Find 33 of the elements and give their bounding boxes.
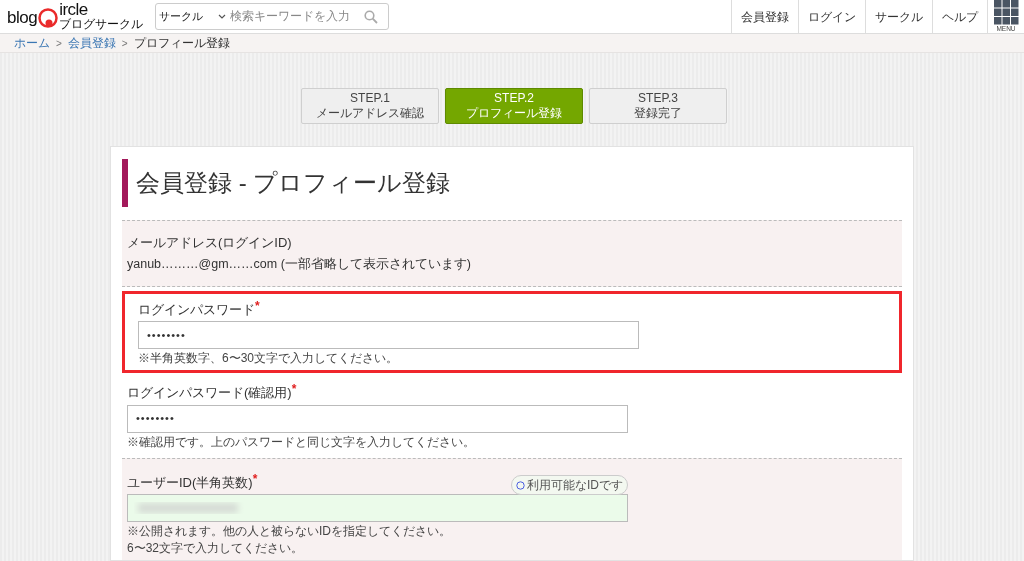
grid-icon: [993, 0, 1019, 26]
breadcrumb-link[interactable]: ホーム: [14, 34, 50, 53]
field-label: ログインパスワード: [138, 300, 255, 319]
breadcrumb-current: プロフィール登録: [133, 35, 230, 53]
breadcrumb-separator: >: [56, 36, 62, 51]
status-text: 利用可能なIDです: [527, 477, 623, 494]
field-label: ユーザーID(半角英数): [127, 473, 253, 492]
user-id-field[interactable]: [127, 494, 628, 522]
nav-link[interactable]: ヘルプ: [932, 0, 987, 34]
email-value: yanub………@gm……com (一部省略して表示されています): [127, 255, 473, 273]
nav-link[interactable]: 会員登録: [731, 0, 798, 34]
breadcrumb-link[interactable]: 会員登録: [67, 34, 116, 53]
search-icon[interactable]: [364, 9, 379, 24]
breadcrumb-separator: >: [121, 36, 128, 51]
hint-text: ※確認用です。上のパスワードと同じ文字を入力してください。: [127, 434, 476, 450]
field-label: ログインパスワード(確認用): [127, 385, 292, 402]
nav-link[interactable]: サークル: [865, 0, 932, 34]
chevron-down-icon: [218, 13, 227, 20]
password-field[interactable]: ••••••••: [138, 321, 639, 349]
required-mark: *: [291, 383, 297, 396]
category-select[interactable]: サークル: [156, 8, 227, 25]
field-label: メールアドレス(ログインID): [127, 234, 293, 253]
logo[interactable]: blog ircle ブログサークル: [7, 1, 144, 32]
page-title: 会員登録 - プロフィール登録: [136, 168, 451, 199]
required-mark: *: [255, 299, 260, 313]
hint-text: ※公開されます。他の人と被らないIDを指定してください。: [127, 524, 452, 539]
nav-link[interactable]: ログイン: [798, 0, 865, 34]
password-field[interactable]: ••••••••: [127, 404, 628, 433]
required-mark: *: [252, 472, 258, 486]
hint-text: ※半角英数字、6〜30文字で入力してください。: [138, 351, 400, 366]
search-field[interactable]: サークル 検索キーワードを入力: [155, 3, 390, 31]
circle-icon: [516, 480, 525, 490]
hint-text: 6〜32文字で入力してください。: [127, 541, 305, 556]
